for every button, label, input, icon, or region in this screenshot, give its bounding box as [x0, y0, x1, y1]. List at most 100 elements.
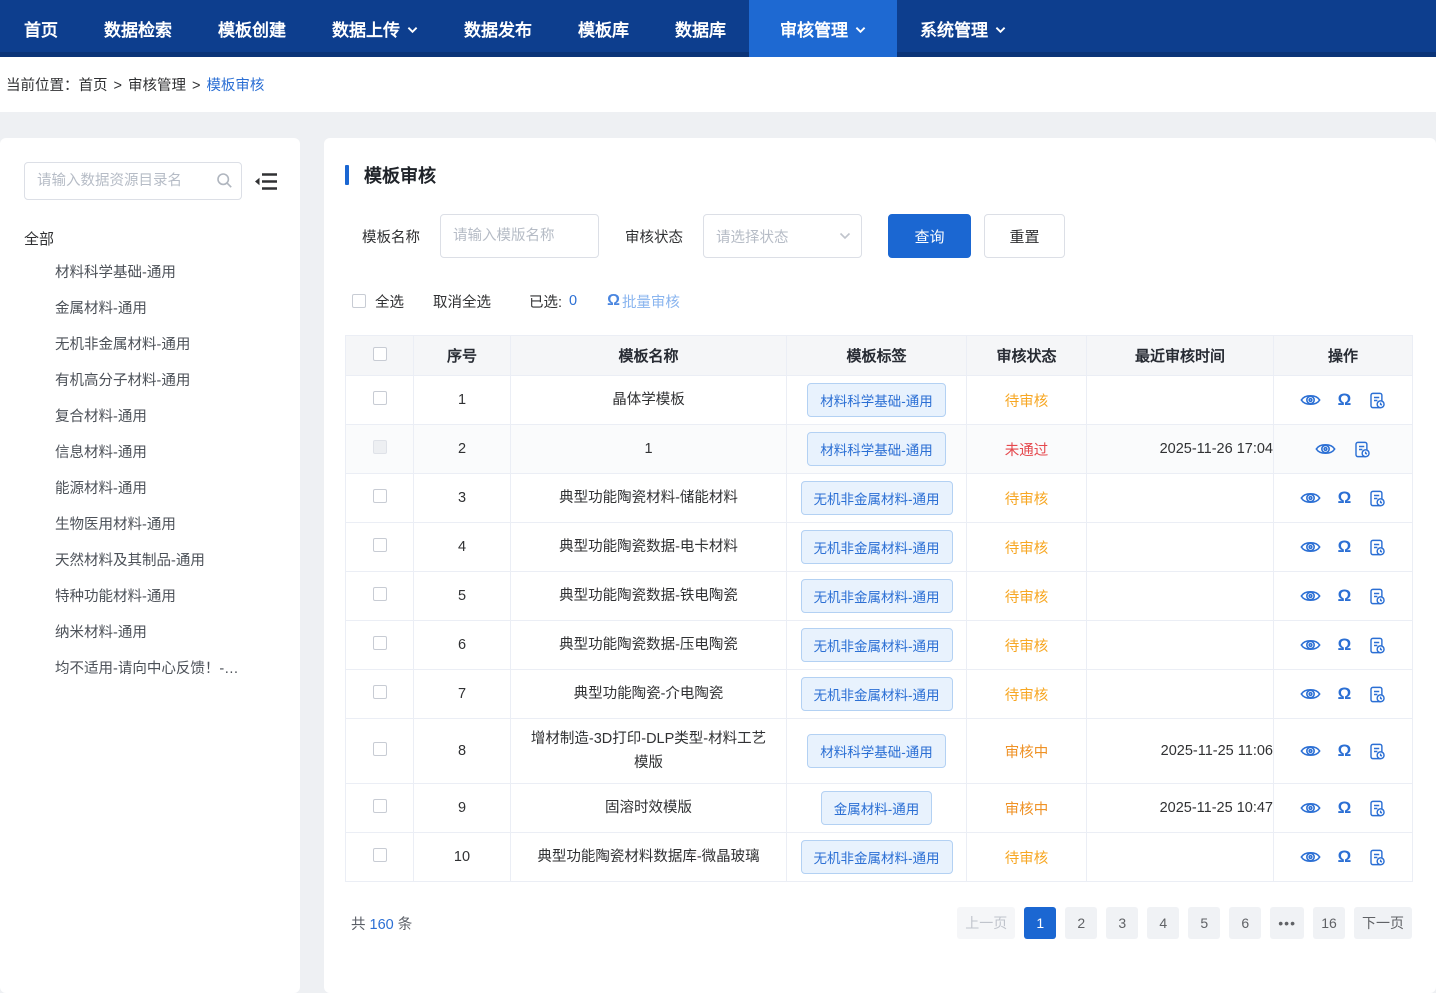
- tree-item[interactable]: 无机非金属材料-通用: [24, 325, 280, 361]
- selected-count-label: 已选:: [529, 291, 562, 312]
- nav-item-active[interactable]: 审核管理: [749, 0, 897, 57]
- audit-record-icon[interactable]: [1368, 685, 1386, 704]
- row-checkbox[interactable]: [373, 538, 387, 552]
- page-button-4[interactable]: 4: [1147, 907, 1179, 939]
- page-button-5[interactable]: 5: [1188, 907, 1220, 939]
- nav-item[interactable]: 数据库: [652, 0, 749, 57]
- eye-icon[interactable]: [1300, 392, 1321, 408]
- tree-item[interactable]: 复合材料-通用: [24, 397, 280, 433]
- pagination-bar: 共160条 上一页123456•••16下一页: [345, 907, 1412, 939]
- audit-stamp-icon[interactable]: Ω: [1338, 847, 1352, 867]
- row-checkbox[interactable]: [373, 685, 387, 699]
- select-all-checkbox[interactable]: [352, 294, 366, 308]
- row-checkbox[interactable]: [373, 848, 387, 862]
- eye-icon[interactable]: [1300, 588, 1321, 604]
- row-checkbox[interactable]: [373, 636, 387, 650]
- eye-icon[interactable]: [1300, 490, 1321, 506]
- audit-stamp-icon[interactable]: Ω: [1338, 741, 1352, 761]
- tree-item[interactable]: 均不适用-请向中心反馈！-…: [24, 649, 280, 685]
- eye-icon[interactable]: [1300, 743, 1321, 759]
- tree-item[interactable]: 材料科学基础-通用: [24, 253, 280, 289]
- sidebar-search-input[interactable]: [24, 162, 242, 200]
- batch-audit-button[interactable]: Ω 批量审核: [607, 291, 680, 312]
- audit-record-icon[interactable]: [1368, 391, 1386, 410]
- tree-item[interactable]: 有机高分子材料-通用: [24, 361, 280, 397]
- breadcrumb-item[interactable]: 模板审核: [206, 78, 264, 94]
- tree-item[interactable]: 信息材料-通用: [24, 433, 280, 469]
- breadcrumb-item[interactable]: 审核管理: [128, 78, 186, 94]
- audit-stamp-icon[interactable]: Ω: [1338, 537, 1352, 557]
- next-page-button[interactable]: 下一页: [1354, 907, 1412, 939]
- page-button-16[interactable]: 16: [1313, 907, 1345, 939]
- row-index: 9: [414, 784, 511, 833]
- collapse-tree-icon[interactable]: [254, 172, 278, 191]
- deselect-all-button[interactable]: 取消全选: [433, 291, 491, 312]
- audit-record-icon[interactable]: [1353, 440, 1371, 459]
- audit-stamp-icon[interactable]: Ω: [1338, 488, 1352, 508]
- table-row: 1晶体学模板材料科学基础-通用待审核Ω: [346, 376, 1413, 425]
- eye-icon[interactable]: [1300, 637, 1321, 653]
- eye-icon[interactable]: [1300, 686, 1321, 702]
- template-tag: 无机非金属材料-通用: [801, 840, 953, 874]
- template-name: 固溶时效模版: [511, 784, 787, 833]
- prev-page-button: 上一页: [957, 907, 1015, 939]
- table-row: 5典型功能陶瓷数据-铁电陶瓷无机非金属材料-通用待审核Ω: [346, 572, 1413, 621]
- col-header-actions: 操作: [1274, 336, 1413, 376]
- breadcrumb-item[interactable]: 首页: [79, 78, 108, 94]
- nav-item[interactable]: 首页: [1, 0, 81, 57]
- eye-icon[interactable]: [1300, 849, 1321, 865]
- audit-record-icon[interactable]: [1368, 538, 1386, 557]
- page-ellipsis[interactable]: •••: [1270, 907, 1304, 939]
- row-checkbox[interactable]: [373, 587, 387, 601]
- tree-item[interactable]: 生物医用材料-通用: [24, 505, 280, 541]
- tree-item[interactable]: 天然材料及其制品-通用: [24, 541, 280, 577]
- row-checkbox[interactable]: [373, 489, 387, 503]
- page-button-6[interactable]: 6: [1229, 907, 1261, 939]
- reset-button[interactable]: 重置: [984, 214, 1065, 258]
- audit-record-icon[interactable]: [1368, 489, 1386, 508]
- audit-stamp-icon[interactable]: Ω: [1338, 635, 1352, 655]
- nav-item[interactable]: 数据发布: [441, 0, 555, 57]
- tree-item[interactable]: 特种功能材料-通用: [24, 577, 280, 613]
- header-checkbox[interactable]: [373, 347, 387, 361]
- nav-item[interactable]: 数据检索: [81, 0, 195, 57]
- col-header-time: 最近审核时间: [1087, 336, 1274, 376]
- nav-item[interactable]: 数据上传: [309, 0, 441, 57]
- audit-record-icon[interactable]: [1368, 587, 1386, 606]
- eye-icon[interactable]: [1315, 441, 1336, 457]
- audit-record-icon[interactable]: [1368, 636, 1386, 655]
- nav-item[interactable]: 模板创建: [195, 0, 309, 57]
- template-name-label: 模板名称: [362, 226, 420, 247]
- select-all-label[interactable]: 全选: [375, 291, 404, 312]
- template-name-input[interactable]: [440, 214, 599, 258]
- row-checkbox[interactable]: [373, 742, 387, 756]
- row-checkbox[interactable]: [373, 391, 387, 405]
- last-audit-time: 2025-11-25 11:06: [1087, 719, 1274, 784]
- audit-stamp-icon[interactable]: Ω: [1338, 684, 1352, 704]
- page-button-1[interactable]: 1: [1024, 907, 1056, 939]
- audit-record-icon[interactable]: [1368, 799, 1386, 818]
- tree-root-all[interactable]: 全部: [24, 224, 280, 253]
- nav-item[interactable]: 系统管理: [897, 0, 1029, 57]
- eye-icon[interactable]: [1300, 539, 1321, 555]
- tree-item[interactable]: 金属材料-通用: [24, 289, 280, 325]
- nav-item-label: 模板创建: [218, 16, 286, 41]
- page-button-2[interactable]: 2: [1065, 907, 1097, 939]
- tree-item[interactable]: 纳米材料-通用: [24, 613, 280, 649]
- eye-icon[interactable]: [1300, 800, 1321, 816]
- row-checkbox[interactable]: [373, 799, 387, 813]
- search-button[interactable]: 查询: [888, 214, 971, 258]
- last-audit-time: 2025-11-25 10:47: [1087, 784, 1274, 833]
- template-tag: 无机非金属材料-通用: [801, 481, 953, 515]
- page-button-3[interactable]: 3: [1106, 907, 1138, 939]
- nav-item[interactable]: 模板库: [555, 0, 652, 57]
- tree-item[interactable]: 能源材料-通用: [24, 469, 280, 505]
- audit-record-icon[interactable]: [1368, 848, 1386, 867]
- audit-stamp-icon[interactable]: Ω: [1338, 390, 1352, 410]
- audit-stamp-icon[interactable]: Ω: [1338, 798, 1352, 818]
- audit-record-icon[interactable]: [1368, 742, 1386, 761]
- template-tag: 材料科学基础-通用: [807, 734, 946, 768]
- actions-cell: Ω: [1274, 670, 1413, 719]
- audit-stamp-icon[interactable]: Ω: [1338, 586, 1352, 606]
- audit-status-select[interactable]: 请选择状态: [703, 214, 862, 258]
